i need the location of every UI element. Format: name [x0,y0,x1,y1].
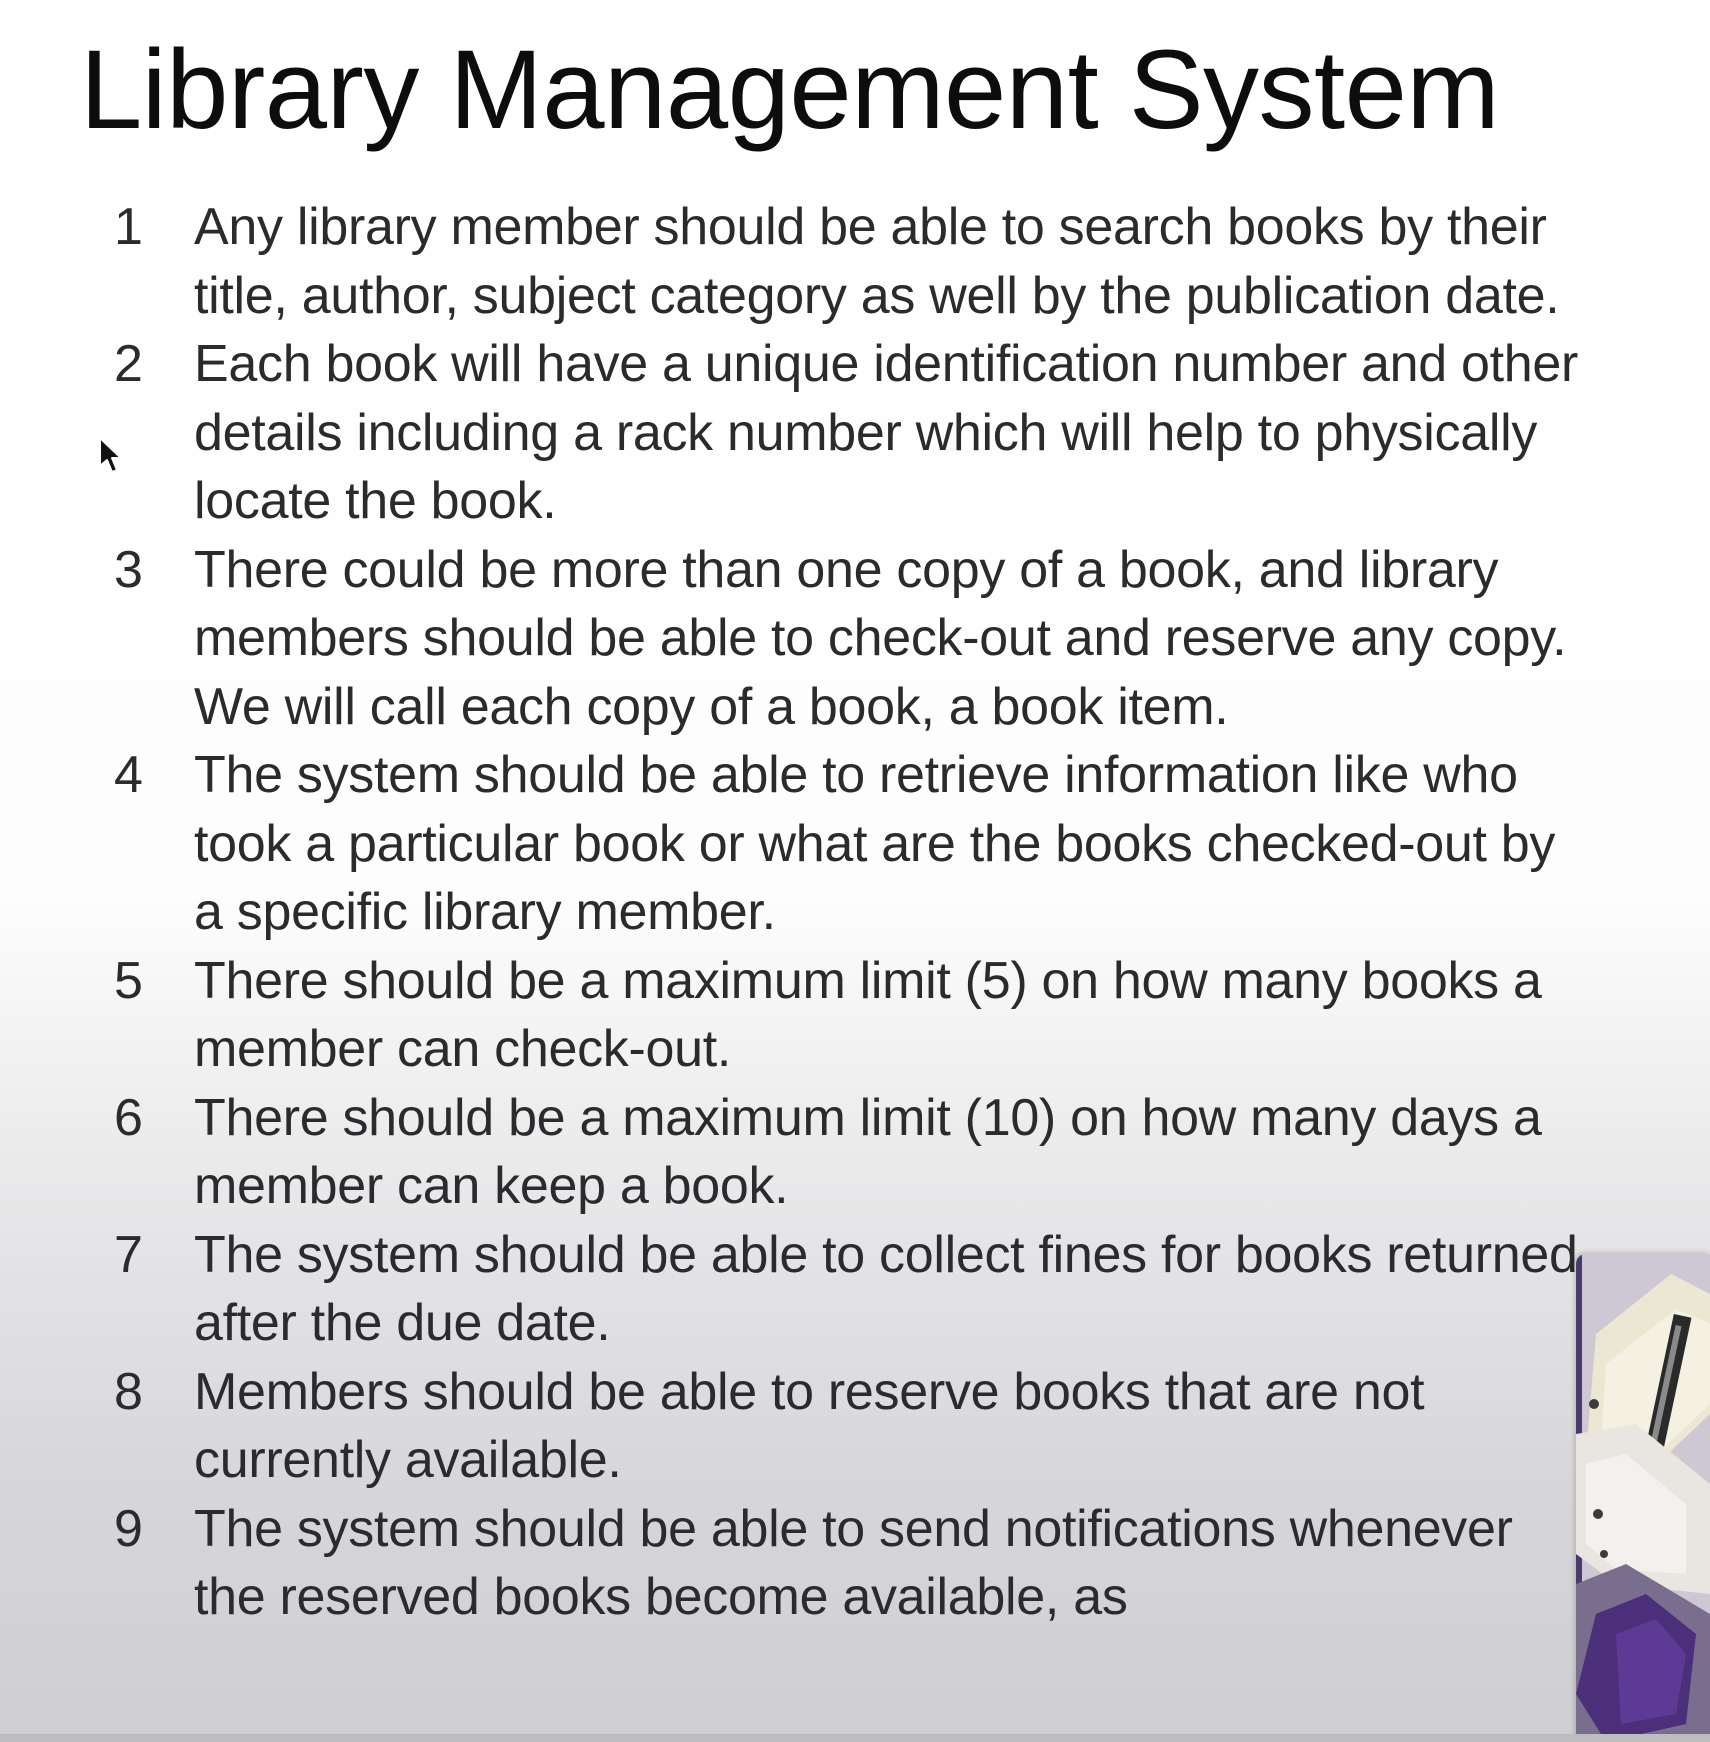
webcam-overlay[interactable] [1576,1254,1710,1742]
item-number: 6 [114,1088,143,1147]
item-text: The system should be able to send notifi… [194,1499,1513,1627]
item-number: 1 [114,198,143,256]
item-number: 9 [114,1499,143,1558]
webcam-feed-image [1576,1254,1710,1742]
item-number: 2 [114,335,143,393]
list-item: 9 The system should be able to send noti… [100,1495,1580,1632]
item-text: Any library member should be able to sea… [194,198,1560,325]
item-number: 5 [114,951,143,1010]
item-text: The system should be able to retrieve in… [194,746,1556,941]
mouse-pointer-icon [99,437,122,473]
slide-title: Library Management System [80,27,1500,152]
item-text: There should be a maximum limit (5) on h… [194,951,1542,1079]
item-text: Members should be able to reserve books … [194,1362,1425,1490]
item-number: 4 [114,746,143,804]
list-item: 2 Each book will have a unique identific… [100,330,1580,536]
presentation-slide: Library Management System 1 Any library … [0,0,1710,1742]
item-number: 7 [114,1225,143,1284]
list-item: 4 The system should be able to retrieve … [100,741,1580,947]
list-item: 6 There should be a maximum limit (10) o… [100,1084,1580,1221]
item-number: 8 [114,1362,143,1421]
list-item: 3 There could be more than one copy of a… [100,536,1580,742]
requirements-list: 1 Any library member should be able to s… [100,193,1580,1632]
item-number: 3 [114,540,143,599]
item-text: There could be more than one copy of a b… [194,540,1567,736]
item-text: Each book will have a unique identificat… [194,335,1579,530]
item-text: There should be a maximum limit (10) on … [194,1088,1542,1216]
list-item: 5 There should be a maximum limit (5) on… [100,947,1580,1084]
video-progress-bar[interactable] [0,1734,1710,1742]
item-text: The system should be able to collect fin… [194,1225,1578,1353]
list-item: 8 Members should be able to reserve book… [100,1358,1580,1495]
list-item: 1 Any library member should be able to s… [100,193,1580,330]
list-item: 7 The system should be able to collect f… [100,1221,1580,1358]
